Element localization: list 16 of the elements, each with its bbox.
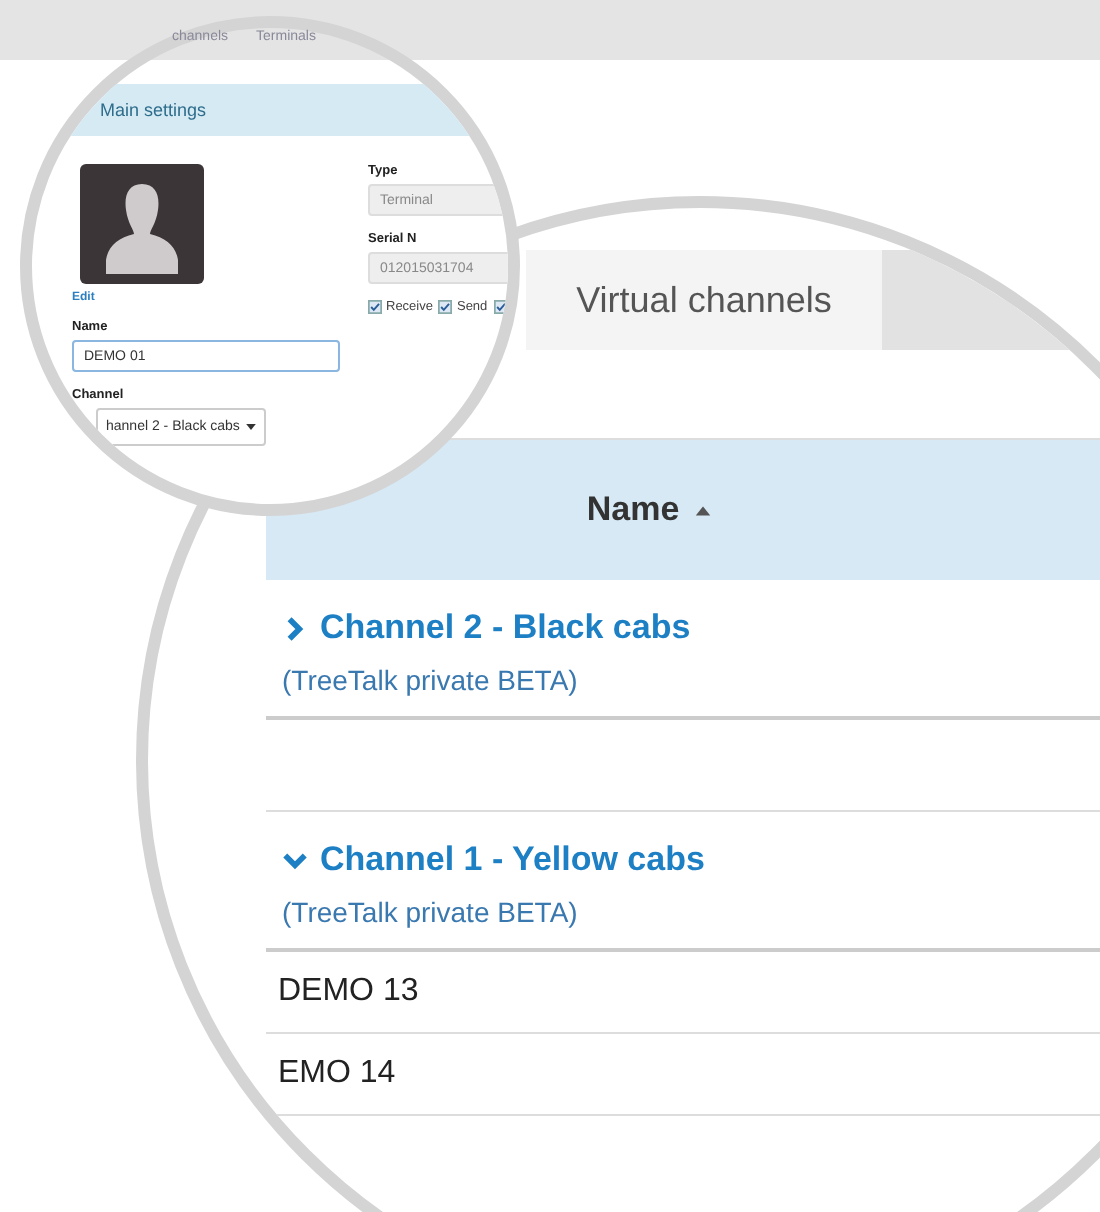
channel-title[interactable]: Channel 1 - Yellow cabs xyxy=(282,840,1100,880)
tab[interactable]: Virtual channels xyxy=(526,250,882,350)
channel-title[interactable]: Channel 2 - Black cabs xyxy=(282,608,1100,648)
panel-title: Main settings xyxy=(100,100,207,120)
terminal-name[interactable]: DEMO 13 xyxy=(278,974,419,1010)
channel-subtitle: (TreeTalk private BETA) xyxy=(282,664,580,696)
avatar-placeholder xyxy=(80,164,204,284)
chevron-right-icon xyxy=(282,615,308,641)
sort-up-icon xyxy=(693,504,712,516)
terminal-name[interactable]: EMO 14 xyxy=(278,1056,396,1092)
channel-subtitle: (TreeTalk private BETA) xyxy=(282,896,580,928)
checkbox[interactable] xyxy=(438,300,453,314)
column-header[interactable]: Name xyxy=(586,490,680,530)
checkbox[interactable] xyxy=(368,300,382,314)
checkbox[interactable] xyxy=(493,300,508,314)
caret-icon xyxy=(245,424,256,430)
